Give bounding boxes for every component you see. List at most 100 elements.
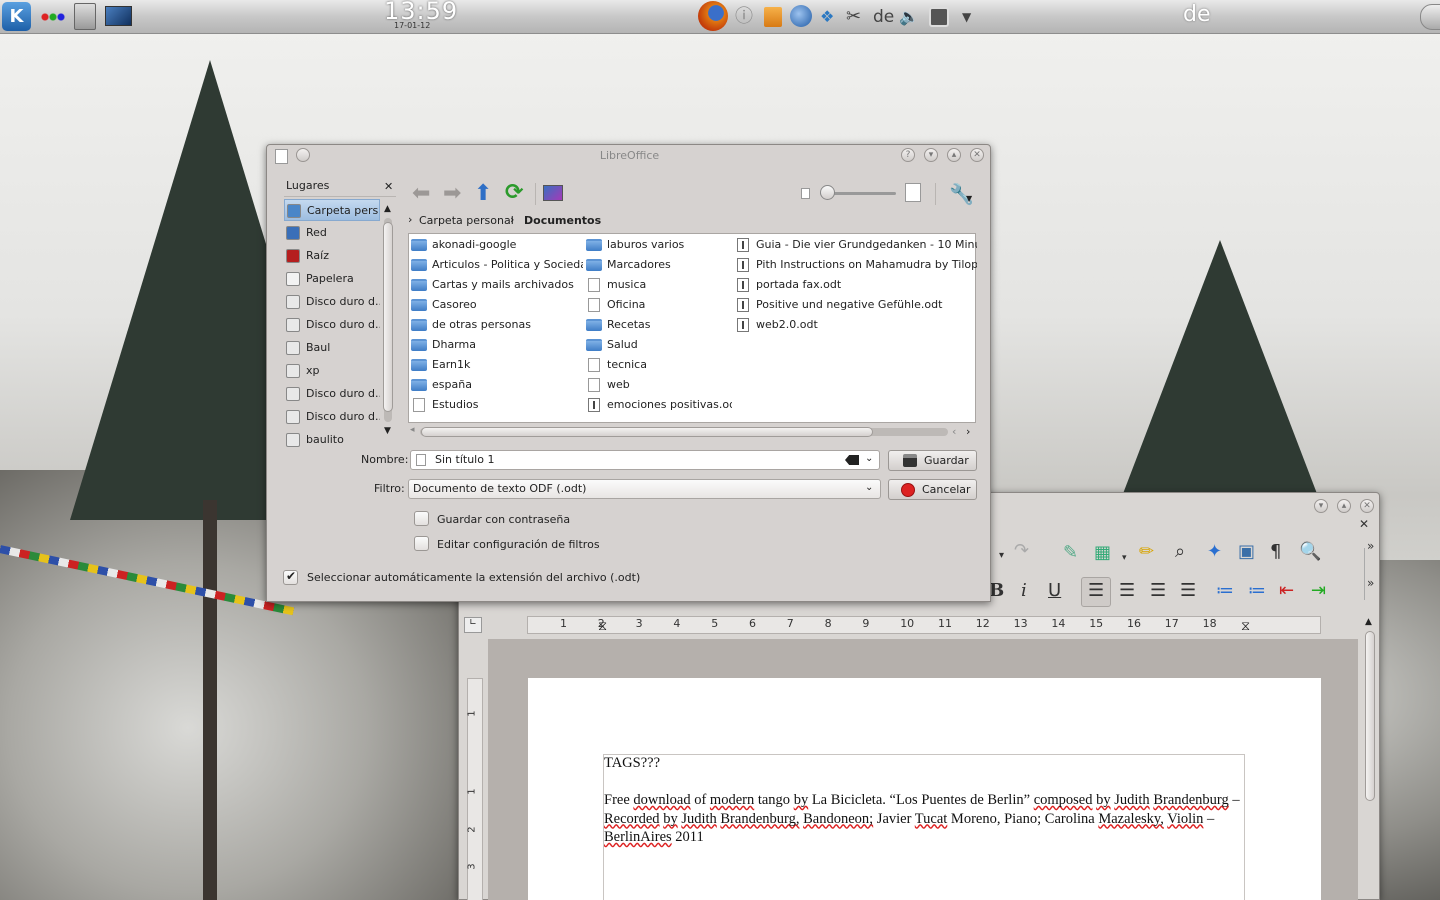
volume-icon[interactable]: 🔈 [899,6,919,28]
places-scroll-down-icon[interactable]: ▼ [384,426,391,436]
file-item[interactable]: Pith Instructions on Mahamudra by Tilopa… [733,256,977,274]
dialog-close-button[interactable]: ✕ [970,148,984,162]
places-item[interactable]: Disco duro d... [284,314,380,336]
auto-extension-checkbox[interactable]: ✔ [283,569,298,585]
activities-icon[interactable] [41,13,65,21]
writer-close-button[interactable]: ✕ [1360,499,1374,513]
italic-icon[interactable]: i [1021,581,1027,601]
places-item[interactable]: Carpeta pers... [284,199,380,221]
find-binoculars-icon[interactable]: ⌕ [1175,542,1185,562]
document-title-line[interactable]: TAGS??? [604,754,1244,773]
panel-edge-handle[interactable] [1420,4,1440,30]
filter-settings-option-label[interactable]: Editar configuración de filtros [437,538,600,551]
file-item[interactable]: Casoreo [409,296,583,314]
filter-chevron-down-icon[interactable]: ⌄ [865,482,873,493]
file-item[interactable]: web [584,376,732,394]
places-close-icon[interactable]: ✕ [384,180,393,193]
document-close-icon[interactable]: ✕ [1359,517,1369,531]
file-item[interactable]: Articulos - Politica y Sociedad [409,256,583,274]
zoom-magnifier-icon[interactable]: 🔍 [1299,542,1321,562]
notes-icon[interactable] [764,7,782,27]
file-item[interactable]: musica [584,276,732,294]
forward-arrow-icon[interactable]: ➡ [443,181,461,206]
file-item[interactable]: laburos varios [584,236,732,254]
zoom-slider-handle[interactable] [820,185,835,200]
reload-icon[interactable]: ⟳ [505,180,523,205]
writer-scroll-thumb[interactable] [1365,631,1375,801]
file-item[interactable]: de otras personas [409,316,583,334]
save-button[interactable]: Guardar [888,450,977,471]
printer-icon[interactable] [74,3,96,30]
device-notifier-icon[interactable] [929,7,949,27]
file-item[interactable]: Oficina [584,296,732,314]
file-item[interactable]: Recetas [584,316,732,334]
file-item[interactable]: españa [409,376,583,394]
password-checkbox[interactable] [414,511,429,526]
justify-icon[interactable]: ☰ [1180,581,1196,601]
bullet-list-icon[interactable]: ≔ [1248,581,1266,601]
writer-minimize-button[interactable]: ▾ [1314,499,1328,513]
file-item[interactable]: web2.0.odt [733,316,977,334]
firefox-icon[interactable] [698,1,728,31]
info-icon[interactable]: ⓘ [735,6,753,28]
numbered-list-icon[interactable]: ≔ [1216,581,1234,601]
places-item[interactable]: Baul [284,337,380,359]
right-indent-marker[interactable]: ⧖ [1241,619,1250,634]
keyboard-layout-large[interactable]: de [1183,2,1211,27]
keyboard-layout-indicator[interactable]: de [873,6,894,28]
places-item[interactable]: Disco duro d... [284,406,380,428]
places-item[interactable]: Papelera [284,268,380,290]
breadcrumb-separator-icon[interactable]: › [510,213,514,226]
password-option-label[interactable]: Guardar con contraseña [437,513,570,526]
dialog-minimize-button[interactable]: ▾ [924,148,938,162]
formatting-marks-pilcrow-icon[interactable]: ¶ [1270,542,1281,562]
file-item[interactable]: akonadi-google [409,236,583,254]
kde-menu-icon[interactable]: K [2,2,31,31]
places-scroll-up-icon[interactable]: ▲ [384,204,391,214]
desktop-pager-icon[interactable] [105,6,132,26]
navigator-compass-icon[interactable]: ✦ [1207,542,1222,562]
gallery-icon[interactable]: ▣ [1238,542,1255,562]
document-paragraph[interactable]: Free download of modern tango by La Bici… [604,791,1244,847]
places-item[interactable]: Disco duro d... [284,291,380,313]
parent-folder-up-icon[interactable]: ⬆ [474,181,492,206]
hscroll-back-icon[interactable]: ‹ [952,425,956,438]
redo-icon[interactable]: ↷ [1014,541,1029,561]
file-item[interactable]: Salud [584,336,732,354]
filename-dropdown-chevron-icon[interactable]: ⌄ [865,453,873,464]
places-scroll-thumb[interactable] [383,222,393,412]
file-list-horizontal-scrollbar[interactable]: ◂ ‹ › [408,425,976,439]
scroll-up-arrow-icon[interactable]: ▲ [1365,617,1372,627]
filter-select[interactable]: Documento de texto ODF (.odt) ⌄ [408,479,881,499]
table-chevron-down-icon[interactable]: ▾ [1122,548,1127,568]
options-chevron-down-icon[interactable]: ▼ [966,194,972,203]
highlighter-icon[interactable]: ✏ [1139,542,1154,562]
file-item[interactable]: Cartas y mails archivados [409,276,583,294]
sidebar-grip[interactable] [1364,548,1374,600]
decrease-indent-icon[interactable]: ⇤ [1279,581,1294,601]
filter-settings-checkbox[interactable] [414,536,429,551]
back-arrow-icon[interactable]: ⬅ [412,181,430,206]
file-item[interactable]: portada fax.odt [733,276,977,294]
file-item[interactable]: tecnica [584,356,732,374]
align-center-icon[interactable]: ☰ [1119,581,1135,601]
file-item[interactable]: Earn1k [409,356,583,374]
places-item[interactable]: Disco duro d... [284,383,380,405]
increase-indent-icon[interactable]: ⇥ [1311,581,1326,601]
bold-icon[interactable]: B [989,581,1004,601]
breadcrumb-root-chevron-icon[interactable]: › [408,213,412,226]
filename-value[interactable]: Sin título 1 [435,453,494,466]
places-item[interactable]: xp [284,360,380,382]
underline-icon[interactable]: U [1048,581,1061,601]
file-item[interactable]: Marcadores [584,256,732,274]
dialog-help-button[interactable]: ? [901,148,915,162]
network-manager-icon[interactable] [790,5,812,27]
writer-vertical-scrollbar[interactable]: ▲ [1363,617,1377,900]
tray-expand-chevron-down-icon[interactable]: ▼ [962,6,971,28]
filename-field[interactable]: Sin título 1 ⌄ [410,450,880,470]
toolbar-dropdown-chevron-icon[interactable]: ▾ [999,546,1004,566]
file-item[interactable]: emociones positivas.odt [584,396,732,414]
file-item[interactable]: Dharma [409,336,583,354]
breadcrumb-home[interactable]: Carpeta personal [419,214,514,227]
places-item[interactable]: Raíz [284,245,380,267]
